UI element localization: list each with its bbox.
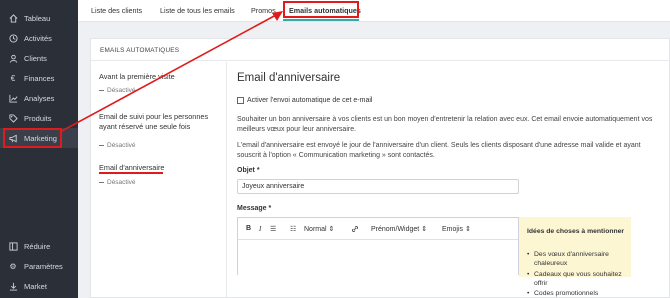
sidebar-item-analyses[interactable]: Analyses [0, 88, 78, 108]
sidebar-item-label: Market [24, 281, 47, 291]
tag-icon [8, 113, 18, 123]
sidebar-item-label: Tableau [24, 13, 51, 23]
sidebar-item-label: Paramètres [24, 261, 63, 271]
enable-auto-email-checkbox[interactable] [237, 97, 244, 104]
auto-email-item-status: Désactivé [99, 142, 136, 149]
sidebar-item-finances[interactable]: € Finances [0, 68, 78, 88]
panel-header: EMAILS AUTOMATIQUES [91, 39, 670, 61]
bullet-list-button[interactable]: ☰ [270, 225, 276, 233]
message-label: Message * [237, 205, 272, 212]
description-paragraph: Souhaiter un bon anniversaire à vos clie… [237, 116, 653, 133]
sidebar-item-label: Finances [24, 73, 55, 83]
bold-button[interactable]: B [246, 225, 251, 232]
conditions-paragraph: L'email d'anniversaire est envoyé le jou… [237, 142, 641, 159]
link-button[interactable] [351, 225, 359, 235]
widget-select[interactable]: Prénom/Widget ⇕ [371, 225, 427, 233]
download-icon [8, 281, 18, 291]
link-icon [352, 226, 358, 232]
email-detail: Email d'anniversaire Activer l'envoi aut… [228, 62, 670, 298]
selected-item-underline [99, 172, 163, 174]
auto-email-item-status: Désactivé [99, 179, 136, 186]
home-icon [8, 13, 18, 23]
auto-email-item-status: Désactivé [99, 87, 136, 94]
top-tabs: Liste des clients Liste de tous les emai… [78, 0, 670, 22]
ideas-box: Idées de choses à mentionner Des vœux d'… [519, 217, 631, 298]
chevron-updown-icon: ⇕ [328, 226, 335, 233]
sidebar-item-parametres[interactable]: ⚙ Paramètres [0, 256, 78, 276]
tab-liste-clients[interactable]: Liste des clients [91, 6, 142, 15]
sidebar-item-market[interactable]: Market [0, 276, 78, 296]
sidebar-item-label: Analyses [24, 93, 55, 103]
sidebar-item-label: Produits [24, 113, 52, 123]
sidebar-item-label: Réduire [24, 241, 51, 251]
automatic-emails-list: Avant la première visite Désactivé Email… [91, 62, 227, 298]
euro-icon: € [10, 73, 16, 83]
sidebar-item-label: Clients [24, 53, 47, 63]
sidebar-item-reduire[interactable]: Réduire [0, 236, 78, 256]
editor-toolbar: B I ☰ ☷ Normal ⇕ Prénom/Widget ⇕ Emojis … [238, 218, 518, 240]
ideas-title: Idées de choses à mentionner [527, 228, 625, 235]
italic-button[interactable]: I [259, 225, 261, 233]
email-detail-title: Email d'anniversaire [237, 72, 341, 84]
marketing-highlight-box [3, 128, 62, 148]
chevron-updown-icon: ⇕ [421, 226, 428, 233]
user-icon [8, 53, 18, 63]
emojis-select[interactable]: Emojis ⇕ [442, 225, 471, 233]
tab-liste-emails[interactable]: Liste de tous les emails [160, 6, 235, 15]
tab-active-indicator [283, 19, 359, 21]
gear-icon: ⚙ [9, 261, 17, 271]
message-editor[interactable]: B I ☰ ☷ Normal ⇕ Prénom/Widget ⇕ Emojis … [237, 217, 519, 275]
activity-icon [8, 33, 18, 43]
tab-promos[interactable]: Promos [251, 6, 276, 15]
style-select[interactable]: Normal ⇕ [304, 225, 334, 233]
subject-label: Objet * [237, 167, 260, 174]
chart-icon [8, 93, 18, 103]
tab-highlight-box [283, 1, 359, 18]
sidebar-item-label: Activités [24, 33, 52, 43]
idea-item: Codes promotionnels [527, 289, 627, 298]
sidebar-item-activites[interactable]: Activités [0, 28, 78, 48]
automatic-emails-panel: EMAILS AUTOMATIQUES Avant la première vi… [90, 38, 670, 298]
sidebar-item-tableau[interactable]: Tableau [0, 8, 78, 28]
auto-email-item-title[interactable]: Email de suivi pour les personnes ayant … [99, 112, 219, 132]
collapse-icon [8, 241, 18, 251]
enable-auto-email-label: Activer l'envoi automatique de cet e-mai… [247, 97, 373, 104]
idea-item: Cadeaux que vous souhaitez offrir [527, 270, 627, 288]
sidebar-item-produits[interactable]: Produits [0, 108, 78, 128]
sidebar: Tableau Activités Clients € Finances Ana… [0, 0, 78, 298]
chevron-updown-icon: ⇕ [464, 226, 471, 233]
auto-email-item-title[interactable]: Avant la première visite [99, 72, 219, 82]
idea-item: Des vœux d'anniversaire chaleureux [527, 250, 627, 268]
subject-input[interactable]: Joyeux anniversaire [237, 179, 519, 194]
ordered-list-button[interactable]: ☷ [290, 225, 296, 233]
sidebar-item-clients[interactable]: Clients [0, 48, 78, 68]
